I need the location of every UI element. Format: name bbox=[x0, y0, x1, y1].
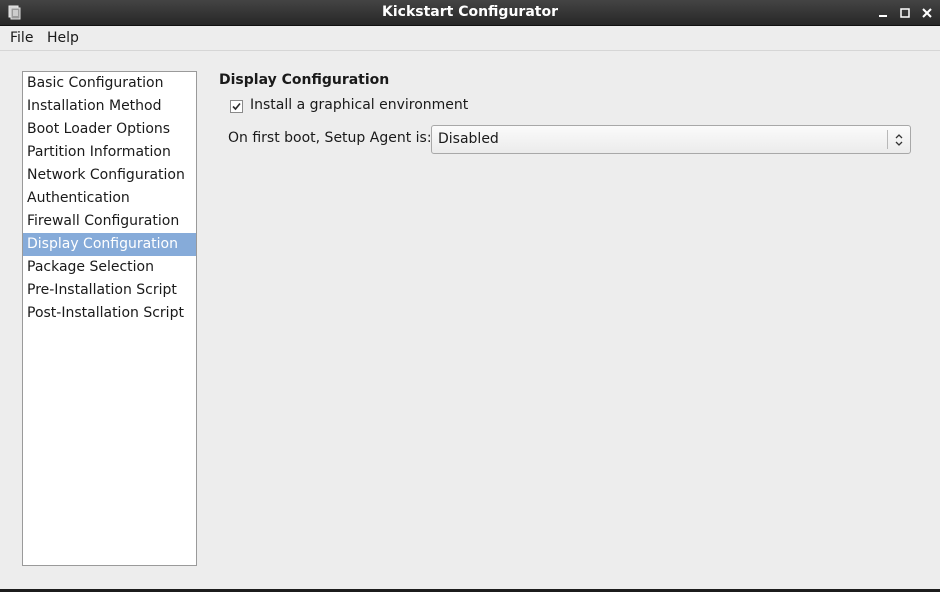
sidebar-item-network-configuration[interactable]: Network Configuration bbox=[23, 164, 196, 187]
sidebar-item-installation-method[interactable]: Installation Method bbox=[23, 95, 196, 118]
sidebar-item-basic-configuration[interactable]: Basic Configuration bbox=[23, 72, 196, 95]
setup-agent-label: On first boot, Setup Agent is: bbox=[228, 130, 432, 146]
sidebar-item-post-installation-script[interactable]: Post-Installation Script bbox=[23, 302, 196, 325]
section-title: Display Configuration bbox=[219, 72, 390, 88]
window-title: Kickstart Configurator bbox=[382, 4, 558, 20]
menu-bar: File Help bbox=[0, 26, 940, 51]
kickstart-window: Kickstart Configurator File Help Basic C… bbox=[0, 0, 940, 592]
sidebar-item-authentication[interactable]: Authentication bbox=[23, 187, 196, 210]
setup-agent-value: Disabled bbox=[438, 131, 499, 147]
close-icon[interactable] bbox=[918, 4, 936, 22]
maximize-icon[interactable] bbox=[896, 4, 914, 22]
sidebar-item-package-selection[interactable]: Package Selection bbox=[23, 256, 196, 279]
sidebar-item-boot-loader-options[interactable]: Boot Loader Options bbox=[23, 118, 196, 141]
chevron-up-down-icon bbox=[893, 132, 905, 148]
checkmark-icon bbox=[232, 102, 241, 111]
section-list[interactable]: Basic Configuration Installation Method … bbox=[22, 71, 197, 566]
menu-help[interactable]: Help bbox=[47, 30, 79, 46]
sidebar-item-firewall-configuration[interactable]: Firewall Configuration bbox=[23, 210, 196, 233]
sidebar-item-partition-information[interactable]: Partition Information bbox=[23, 141, 196, 164]
minimize-icon[interactable] bbox=[874, 4, 892, 22]
graphical-environment-checkbox[interactable] bbox=[230, 100, 243, 113]
sidebar-item-display-configuration[interactable]: Display Configuration bbox=[23, 233, 196, 256]
title-bar[interactable]: Kickstart Configurator bbox=[0, 0, 940, 26]
setup-agent-select[interactable]: Disabled bbox=[431, 125, 911, 154]
sidebar-item-pre-installation-script[interactable]: Pre-Installation Script bbox=[23, 279, 196, 302]
select-separator bbox=[887, 130, 888, 149]
menu-file[interactable]: File bbox=[10, 30, 33, 46]
graphical-environment-label[interactable]: Install a graphical environment bbox=[250, 97, 468, 113]
